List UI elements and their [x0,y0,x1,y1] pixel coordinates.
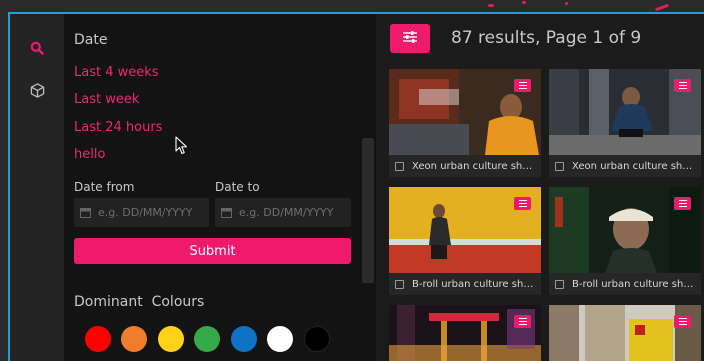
menu-icon[interactable] [514,197,531,210]
calendar-icon [80,203,91,222]
calendar-icon [221,203,232,222]
colour-swatch-black[interactable] [304,326,330,352]
colour-swatch-green[interactable] [194,326,220,352]
results-summary: 87 results, Page 1 of 9 [451,28,642,48]
mouse-cursor-icon [175,136,188,159]
card-caption: Xeon urban culture shooting [389,155,541,177]
result-card[interactable]: B-roll urban culture shooting [389,187,541,295]
date-from-placeholder: e.g. DD/MM/YYYY [98,206,193,219]
date-section-title: Date [74,32,108,48]
dominant-colours-title: Dominant Colours [74,294,205,310]
date-from-field[interactable]: e.g. DD/MM/YYYY [74,198,209,227]
submit-button[interactable]: Submit [74,238,351,264]
filter-panel-scrollbar[interactable] [362,138,374,283]
menu-icon[interactable] [674,315,691,328]
result-card[interactable]: Xeon urban culture shooting [389,69,541,177]
card-title: Xeon urban culture shooting [412,160,536,172]
colour-swatch-yellow[interactable] [158,326,184,352]
date-to-field[interactable]: e.g. DD/MM/YYYY [215,198,351,227]
results-header: 87 results, Page 1 of 9 [390,24,690,54]
search-icon[interactable] [27,38,47,58]
video-thumbnail[interactable] [549,305,701,361]
decorative-streak [480,0,704,12]
menu-icon[interactable] [674,197,691,210]
result-card[interactable]: Xeon urban culture shooting [549,69,701,177]
video-icon [555,161,564,171]
colour-swatch-orange[interactable] [121,326,147,352]
colour-swatch-blue[interactable] [231,326,257,352]
menu-icon[interactable] [674,79,691,92]
video-icon [395,161,404,171]
date-option-last-4-weeks[interactable]: Last 4 weeks [74,65,159,80]
cube-icon[interactable] [27,80,47,100]
result-card[interactable] [389,305,541,361]
card-caption: B-roll urban culture shooting [549,273,701,295]
video-icon [395,279,404,289]
icon-sidebar [10,14,64,361]
video-thumbnail[interactable] [389,69,541,155]
sliders-icon [402,29,418,48]
date-to-label: Date to [215,180,260,194]
video-thumbnail[interactable] [389,187,541,273]
result-card[interactable] [549,305,701,361]
date-option-hello[interactable]: hello [74,147,105,162]
card-title: B-roll urban culture shooting [412,278,536,290]
video-thumbnail[interactable] [549,187,701,273]
card-caption: Xeon urban culture shooting [549,155,701,177]
card-title: B-roll urban culture shooting [572,278,696,290]
date-option-last-week[interactable]: Last week [74,92,139,107]
card-title: Xeon urban culture shooting [572,160,696,172]
date-from-label: Date from [74,180,135,194]
card-caption: B-roll urban culture shooting [389,273,541,295]
date-option-last-24-hours[interactable]: Last 24 hours [74,120,162,135]
colour-swatch-red[interactable] [85,326,111,352]
filter-toggle-button[interactable] [390,24,430,53]
menu-icon[interactable] [514,79,531,92]
video-icon [555,279,564,289]
result-card[interactable]: B-roll urban culture shooting [549,187,701,295]
colour-swatch-white[interactable] [267,326,293,352]
date-to-placeholder: e.g. DD/MM/YYYY [239,206,334,219]
video-thumbnail[interactable] [389,305,541,361]
menu-icon[interactable] [514,315,531,328]
filter-panel: Date Last 4 weeks Last week Last 24 hour… [64,14,376,361]
video-thumbnail[interactable] [549,69,701,155]
